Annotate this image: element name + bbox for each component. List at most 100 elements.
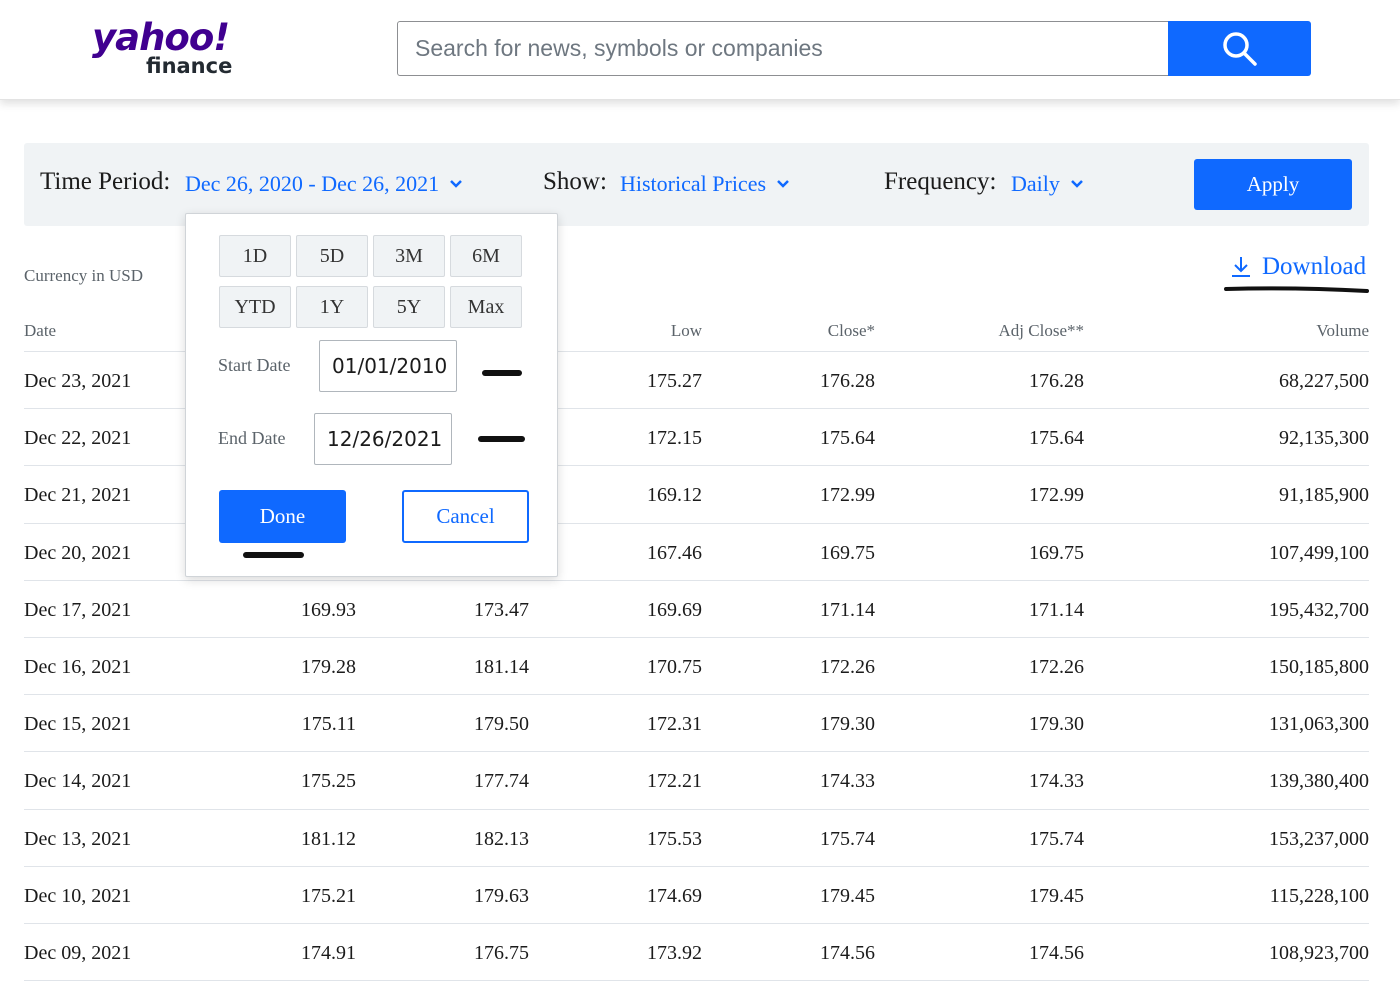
cell-close: 176.28 [820,370,875,392]
cell-date: Dec 20, 2021 [24,541,132,564]
preset-1d[interactable]: 1D [219,235,291,277]
show-value: Historical Prices [620,171,767,196]
frequency-value: Daily [1011,171,1060,196]
logo-yahoo-text: yahoo! [92,16,230,59]
search-icon [1222,31,1257,66]
cell-open: 175.11 [301,713,356,736]
cell-open: 175.21 [301,884,356,907]
cell-date: Dec 10, 2021 [24,884,132,907]
cell-volume: 92,135,300 [1279,427,1369,450]
cell-open: 174.91 [301,941,356,964]
cell-low: 172.15 [647,427,702,450]
cell-low: 175.27 [647,370,702,392]
cell-low: 170.75 [647,655,702,678]
chevron-down-icon [1071,180,1083,188]
search-button[interactable] [1168,21,1311,76]
start-date-input[interactable] [320,341,456,391]
cell-low: 167.46 [647,541,702,564]
table-row: Dec 09, 2021 174.91 176.75 173.92 174.56 174.… [24,924,1369,982]
table-row: Dec 10, 2021 175.21 179.63 174.69 179.45 179.… [24,867,1369,924]
preset-max[interactable]: Max [450,286,522,328]
cell-low: 172.21 [647,770,702,793]
cell-volume: 195,432,700 [1269,598,1369,621]
download-underline-mark [1224,286,1369,293]
header-adj-close: Adj Close** [998,321,1084,340]
end-date-input[interactable] [315,414,451,464]
cell-low: 169.12 [647,484,702,507]
cell-adj-close: 175.64 [1029,427,1084,450]
cell-date: Dec 23, 2021 [24,370,132,392]
cell-date: Dec 21, 2021 [24,484,132,507]
cell-volume: 107,499,100 [1269,541,1369,564]
preset-ytd[interactable]: YTD [219,286,291,328]
cell-adj-close: 172.26 [1029,655,1084,678]
chevron-down-icon [450,180,463,188]
cell-close: 174.33 [820,770,875,793]
preset-6m[interactable]: 6M [450,235,522,277]
cell-open: 179.28 [301,655,356,678]
start-date-field [319,340,457,392]
frequency-label: Frequency: [884,168,997,195]
preset-3m[interactable]: 3M [373,235,445,277]
cell-adj-close: 174.56 [1029,941,1084,964]
cell-volume: 150,185,800 [1269,655,1369,678]
cell-high: 177.74 [474,770,529,793]
cell-adj-close: 175.74 [1029,827,1084,850]
start-date-label: Start Date [218,355,291,375]
apply-button[interactable]: Apply [1194,159,1352,210]
download-icon [1232,257,1250,277]
header-close: Close* [827,321,875,340]
search-box [397,21,1170,76]
cell-low: 174.69 [647,884,702,907]
cell-high: 181.14 [474,655,529,678]
chevron-down-icon [777,180,789,188]
preset-5d[interactable]: 5D [296,235,368,277]
cell-close: 174.56 [820,941,875,964]
preset-5y[interactable]: 5Y [373,286,445,328]
done-button[interactable]: Done [219,490,346,543]
cell-adj-close: 179.30 [1029,713,1084,736]
search-input[interactable] [398,22,1169,75]
table-row: Dec 13, 2021 181.12 182.13 175.53 175.74 175.… [24,810,1369,867]
show-dropdown[interactable]: Historical Prices [620,171,790,197]
cell-adj-close: 174.33 [1029,770,1084,793]
cell-close: 169.75 [820,541,875,564]
preset-1y[interactable]: 1Y [296,286,368,328]
end-date-field [314,413,452,465]
cell-high: 173.47 [474,598,529,621]
cell-adj-close: 176.28 [1029,370,1084,392]
table-row: Dec 15, 2021 175.11 179.50 172.31 179.30 179.… [24,695,1369,753]
cell-date: Dec 16, 2021 [24,655,132,678]
scribble-mark [482,370,522,376]
cell-low: 169.69 [647,598,702,621]
time-period-label: Time Period: [40,168,171,195]
download-link[interactable]: Download [1230,253,1366,281]
end-date-label: End Date [218,428,286,448]
cell-volume: 131,063,300 [1269,713,1369,736]
cancel-button[interactable]: Cancel [402,490,529,543]
cell-volume: 108,923,700 [1269,941,1369,964]
cell-date: Dec 22, 2021 [24,427,132,450]
header: yahoo! finance [0,0,1400,100]
time-period-dropdown[interactable]: Dec 26, 2020 - Dec 26, 2021 [185,171,463,197]
header-low: Low [670,321,702,340]
scribble-mark [478,436,525,442]
cell-high: 176.75 [474,941,529,964]
cell-low: 172.31 [647,713,702,736]
cell-date: Dec 14, 2021 [24,770,132,793]
cell-close: 179.30 [820,713,875,736]
logo-finance-text: finance [146,54,233,78]
download-label: Download [1262,253,1367,280]
cell-date: Dec 13, 2021 [24,827,132,850]
cell-adj-close: 169.75 [1029,541,1084,564]
cell-low: 173.92 [647,941,702,964]
cell-close: 175.74 [820,827,875,850]
cell-close: 172.99 [820,484,875,507]
cell-open: 181.12 [301,827,356,850]
cell-close: 179.45 [820,884,875,907]
cell-high: 179.50 [474,713,529,736]
cell-adj-close: 172.99 [1029,484,1084,507]
frequency-dropdown[interactable]: Daily [1011,171,1084,197]
table-row: Dec 16, 2021 179.28 181.14 170.75 172.26 172.… [24,638,1369,696]
yahoo-finance-logo[interactable]: yahoo! finance [92,16,252,82]
